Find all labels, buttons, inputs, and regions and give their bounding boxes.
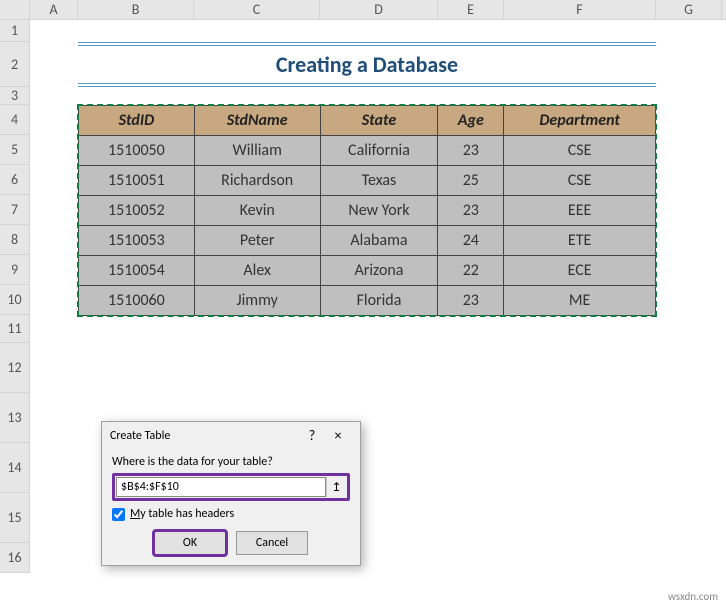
row-header-15[interactable]: 15 xyxy=(0,493,30,543)
cell[interactable]: New York xyxy=(320,196,438,226)
close-icon[interactable]: × xyxy=(324,427,352,444)
col-header-E[interactable]: E xyxy=(438,0,504,19)
row-header-11[interactable]: 11 xyxy=(0,315,30,343)
table-header-row: StdID StdName State Age Department xyxy=(79,106,656,136)
ok-button[interactable]: OK xyxy=(154,531,226,555)
table-row: 1510060 Jimmy Florida 23 ME xyxy=(79,286,656,316)
col-header-B[interactable]: B xyxy=(78,0,194,19)
row-header-13[interactable]: 13 xyxy=(0,393,30,443)
cell[interactable]: Richardson xyxy=(194,166,320,196)
cell[interactable]: 22 xyxy=(438,256,504,286)
create-table-dialog: Create Table ? × Where is the data for y… xyxy=(101,421,361,566)
dialog-title: Create Table xyxy=(110,429,300,443)
cell[interactable]: Texas xyxy=(320,166,438,196)
cell[interactable]: 23 xyxy=(438,286,504,316)
watermark: wsxdn.com xyxy=(668,590,718,603)
cell[interactable]: William xyxy=(194,136,320,166)
cell[interactable]: Florida xyxy=(320,286,438,316)
row-header-6[interactable]: 6 xyxy=(0,165,30,195)
cell[interactable]: Kevin xyxy=(194,196,320,226)
range-input-wrap: ↥ xyxy=(112,473,350,501)
page-title: Creating a Database xyxy=(78,42,656,87)
col-header-G[interactable]: G xyxy=(656,0,722,19)
th-department[interactable]: Department xyxy=(504,106,656,136)
row-header-16[interactable]: 16 xyxy=(0,543,30,573)
table-row: 1510052 Kevin New York 23 EEE xyxy=(79,196,656,226)
row-header-9[interactable]: 9 xyxy=(0,255,30,285)
table-row: 1510053 Peter Alabama 24 ETE xyxy=(79,226,656,256)
cancel-button[interactable]: Cancel xyxy=(236,531,308,555)
cell[interactable]: 1510053 xyxy=(79,226,195,256)
help-icon[interactable]: ? xyxy=(300,427,324,444)
cell[interactable]: 25 xyxy=(438,166,504,196)
cell[interactable]: CSE xyxy=(504,136,656,166)
column-headers: A B C D E F G xyxy=(0,0,726,20)
data-table: StdID StdName State Age Department 15100… xyxy=(78,105,656,316)
row-header-4[interactable]: 4 xyxy=(0,105,30,135)
row-header-8[interactable]: 8 xyxy=(0,225,30,255)
row-header-14[interactable]: 14 xyxy=(0,443,30,493)
row-header-2[interactable]: 2 xyxy=(0,42,30,87)
row-header-1[interactable]: 1 xyxy=(0,20,30,42)
cell[interactable]: Jimmy xyxy=(194,286,320,316)
cell[interactable]: 1510060 xyxy=(79,286,195,316)
cell[interactable]: Peter xyxy=(194,226,320,256)
table-row: 1510054 Alex Arizona 22 ECE xyxy=(79,256,656,286)
cell[interactable]: EEE xyxy=(504,196,656,226)
cell[interactable]: 1510054 xyxy=(79,256,195,286)
cell[interactable]: ETE xyxy=(504,226,656,256)
cell[interactable]: 24 xyxy=(438,226,504,256)
cell[interactable]: 1510052 xyxy=(79,196,195,226)
dialog-titlebar[interactable]: Create Table ? × xyxy=(102,422,360,449)
cell[interactable]: Alex xyxy=(194,256,320,286)
table-row: 1510050 William California 23 CSE xyxy=(79,136,656,166)
th-age[interactable]: Age xyxy=(438,106,504,136)
cell[interactable]: 1510050 xyxy=(79,136,195,166)
cell[interactable]: Alabama xyxy=(320,226,438,256)
row-header-7[interactable]: 7 xyxy=(0,195,30,225)
headers-checkbox-label[interactable]: My table has headers xyxy=(130,507,234,521)
row-header-12[interactable]: 12 xyxy=(0,343,30,393)
row-header-5[interactable]: 5 xyxy=(0,135,30,165)
col-header-D[interactable]: D xyxy=(320,0,438,19)
row-header-3[interactable]: 3 xyxy=(0,87,30,105)
cell[interactable]: CSE xyxy=(504,166,656,196)
cell[interactable]: 23 xyxy=(438,196,504,226)
range-selector-icon[interactable]: ↥ xyxy=(326,477,346,497)
col-header-F[interactable]: F xyxy=(504,0,656,19)
select-all-corner[interactable] xyxy=(0,0,30,19)
cell[interactable]: 1510051 xyxy=(79,166,195,196)
range-input[interactable] xyxy=(116,477,326,497)
table-row: 1510051 Richardson Texas 25 CSE xyxy=(79,166,656,196)
spreadsheet-grid: A B C D E F G 1 2 3 4 5 6 7 8 9 10 11 12… xyxy=(0,0,726,609)
th-state[interactable]: State xyxy=(320,106,438,136)
cell[interactable]: Arizona xyxy=(320,256,438,286)
col-header-A[interactable]: A xyxy=(30,0,78,19)
headers-checkbox[interactable] xyxy=(112,508,125,521)
th-stdname[interactable]: StdName xyxy=(194,106,320,136)
cell[interactable]: California xyxy=(320,136,438,166)
cell[interactable]: ME xyxy=(504,286,656,316)
cell[interactable]: 23 xyxy=(438,136,504,166)
dialog-message: Where is the data for your table? xyxy=(112,455,350,469)
row-header-10[interactable]: 10 xyxy=(0,285,30,315)
cell[interactable]: ECE xyxy=(504,256,656,286)
col-header-C[interactable]: C xyxy=(194,0,320,19)
th-stdid[interactable]: StdID xyxy=(79,106,195,136)
